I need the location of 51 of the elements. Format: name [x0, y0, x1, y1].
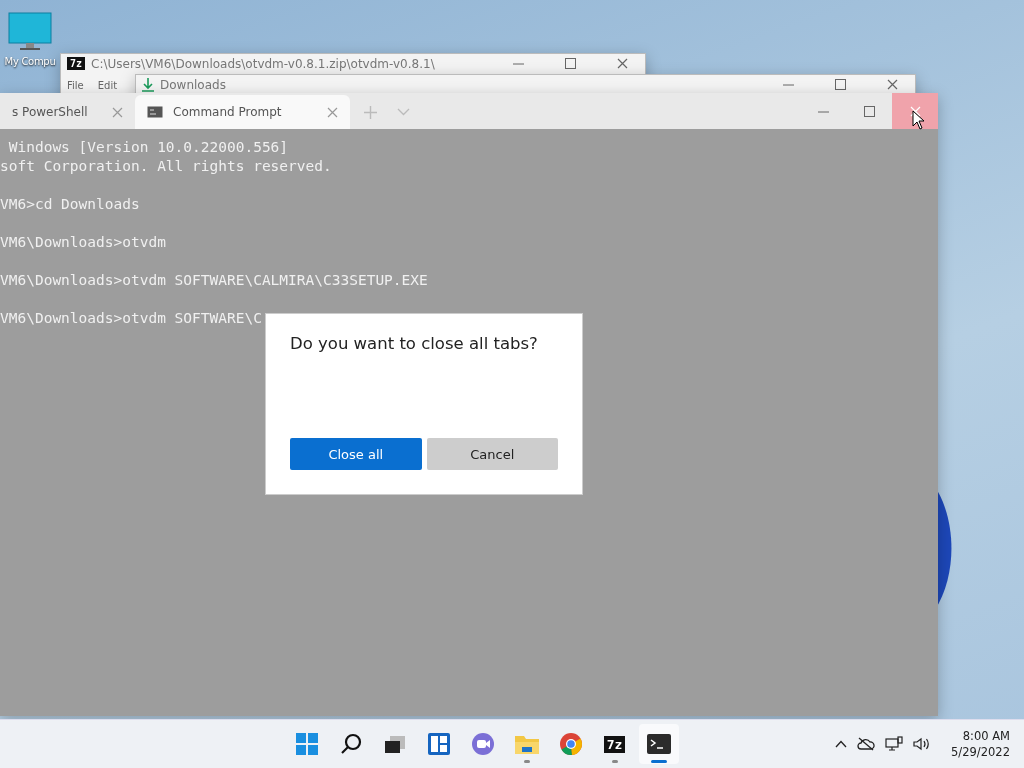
clock-time[interactable]: 8:00 AM [962, 728, 1010, 744]
search-icon [339, 733, 362, 755]
running-indicator [523, 760, 530, 763]
clock-date[interactable]: 5/29/2022 [951, 744, 1010, 760]
close-icon [909, 105, 921, 117]
terminal-line: VM6\Downloads>otvdm [0, 233, 167, 252]
chevron-down-icon [397, 108, 410, 116]
running-indicator [611, 760, 618, 763]
close-all-button[interactable]: Close all [290, 438, 422, 470]
running-indicator [650, 760, 667, 763]
download-icon [142, 77, 154, 92]
cloud-off-icon [857, 737, 876, 751]
menu-item[interactable]: Edit [97, 80, 118, 92]
archiver-logo: 7z [67, 57, 86, 70]
start-icon [294, 732, 319, 756]
close-icon [112, 106, 123, 118]
window-title: C:\Users\VM6\Downloads\otvdm-v0.8.1.zip\otvdm-v0.8.1\ [91, 56, 436, 71]
terminal-icon [645, 733, 672, 755]
widgets-icon [426, 732, 451, 756]
terminal-line: Windows [Version 10.0.22000.556] [7, 138, 290, 157]
task-view-icon [383, 734, 406, 754]
console-icon [147, 106, 163, 118]
folder-icon [513, 733, 540, 755]
cancel-button[interactable]: Cancel [426, 438, 558, 470]
network-icon [885, 736, 904, 752]
chevron-up-icon [835, 740, 848, 748]
close-icon [327, 106, 338, 118]
terminal-line: soft Corporation. All rights reserved. [0, 157, 333, 176]
terminal-tab[interactable]: Command Prompt [135, 95, 350, 129]
maximize-icon [564, 58, 576, 69]
window-title: Downloads [160, 77, 227, 92]
speaker-icon [913, 737, 932, 751]
dialog-title: Do you want to close all tabs? [290, 334, 539, 353]
taskbar-button[interactable] [638, 724, 679, 764]
close-icon [616, 58, 628, 69]
maximize-icon [834, 79, 846, 90]
terminal-line: VM6\Downloads>otvdm SOFTWARE\C [0, 309, 263, 328]
monitor-icon [8, 12, 52, 52]
maximize-icon [863, 105, 875, 117]
terminal-line: VM6\Downloads>otvdm SOFTWARE\CALMIRA\C33SETUP.EXE [0, 271, 429, 290]
mouse-cursor-icon [912, 110, 925, 130]
terminal-tab[interactable]: s PowerShell [0, 95, 135, 129]
menu-item[interactable]: File [67, 80, 84, 92]
terminal-line: VM6>cd Downloads [0, 195, 141, 214]
chat-icon [470, 732, 495, 756]
close-button[interactable] [892, 93, 938, 129]
plus-icon [364, 105, 377, 119]
browser-icon [558, 732, 583, 756]
close-icon [886, 79, 898, 90]
archiver-logo: 7z [603, 735, 626, 753]
taskbar-button[interactable]: 7z [594, 724, 635, 764]
